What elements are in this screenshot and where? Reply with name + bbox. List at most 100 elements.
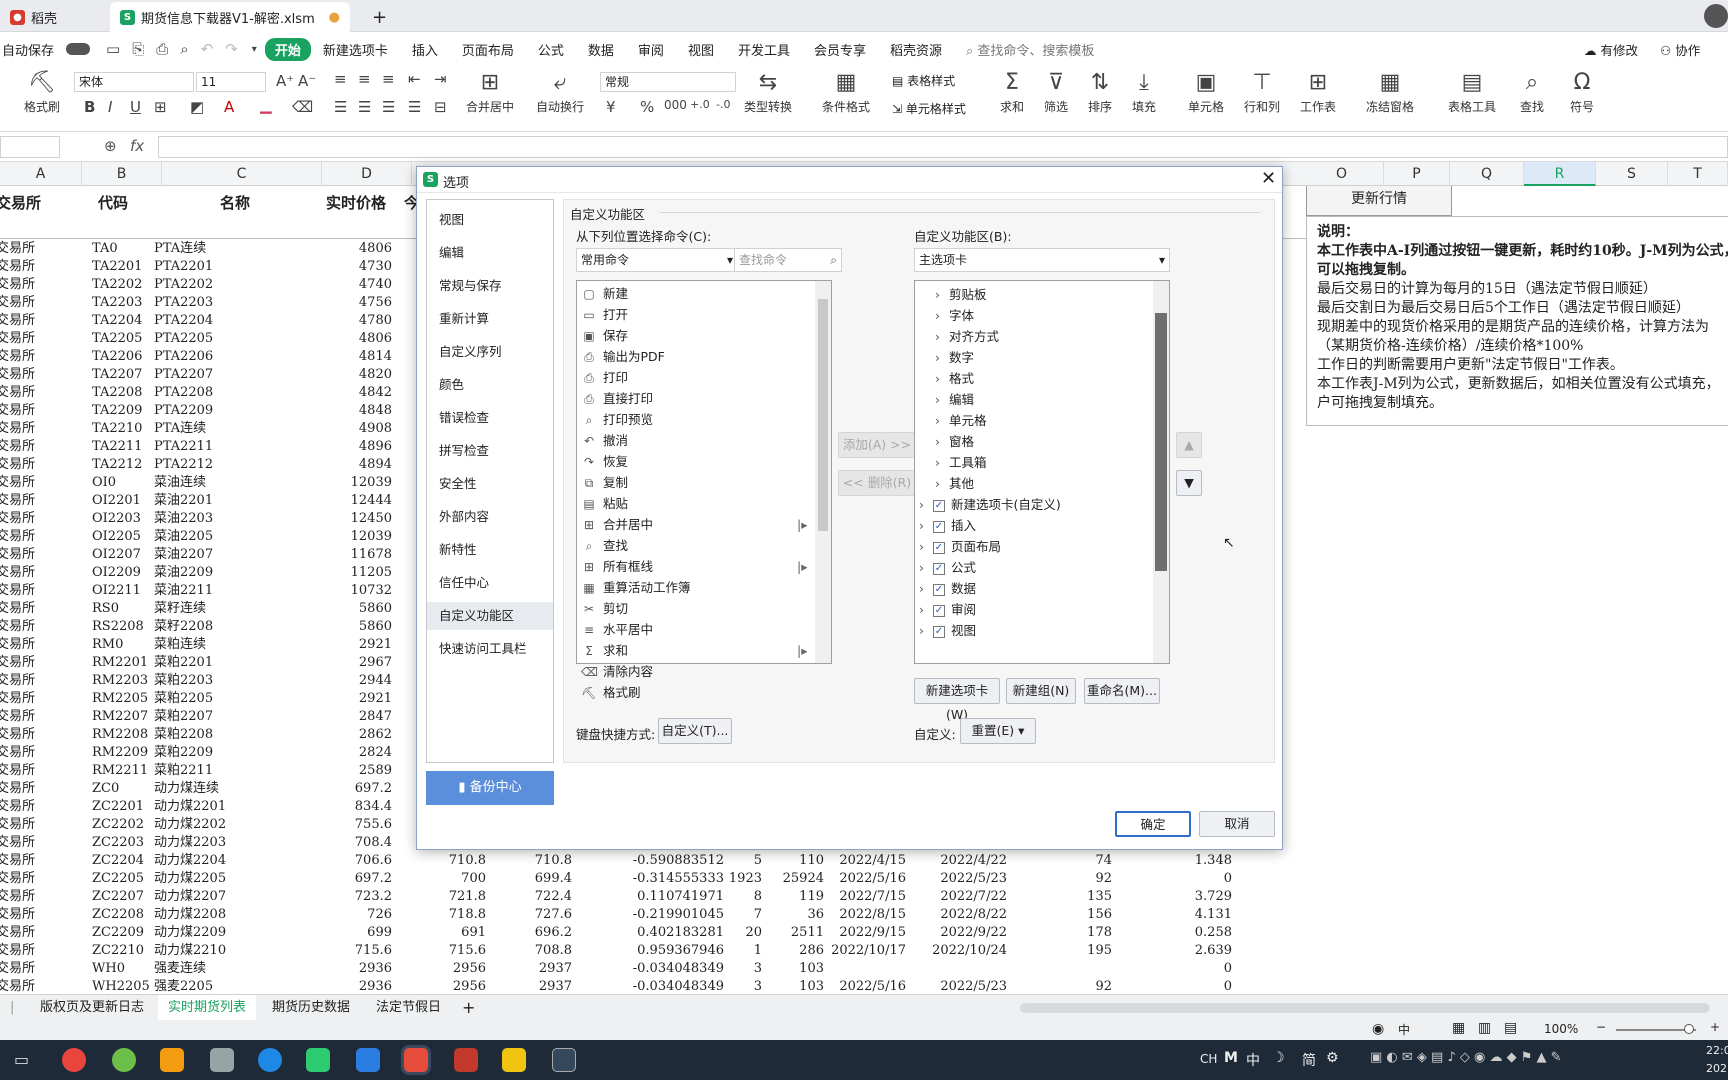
table-cell[interactable]: 动力煤2210 [154,942,226,960]
table-cell[interactable]: ZC2208 [92,906,144,924]
column-d[interactable]: D [322,162,412,186]
ime-zh[interactable]: 中 [1246,1050,1260,1070]
table-cell[interactable]: ZC2205 [92,870,144,888]
table-cell[interactable]: 708.8 [535,942,572,960]
move-down-button[interactable]: ▼ [1176,470,1202,496]
font-grow-icon[interactable]: A⁺ [276,72,294,90]
table-cell[interactable]: OI2205 [92,528,141,546]
menu-view[interactable]: 视图 [676,40,726,59]
table-cell[interactable]: 菜油2209 [154,564,213,582]
align-center-icon[interactable]: ☰ [358,98,371,116]
table-cell[interactable]: 0.402183281 [637,924,724,942]
justify-icon[interactable]: ☰ [408,98,421,116]
table-cell[interactable]: 699.4 [535,870,572,888]
table-cell[interactable]: 2937 [539,960,572,978]
table-cell[interactable]: 0.959367946 [637,942,724,960]
table-cell[interactable]: 交易所 [0,708,35,726]
table-cell[interactable]: 2022/5/16 [839,978,906,994]
table-cell[interactable]: 110 [799,852,824,870]
ime-m[interactable]: M [1224,1050,1238,1066]
command-item[interactable]: ⎙ 输出为PDF [581,346,811,367]
table-cell[interactable]: 0.258 [1195,924,1232,942]
table-cell[interactable]: 156 [1087,906,1112,924]
table-cell[interactable]: 交易所 [0,348,35,366]
symbol-button[interactable]: Ω 符号 [1570,68,1594,115]
column-o[interactable]: O [1300,162,1384,186]
tree-scrollbar[interactable] [1153,281,1169,663]
table-cell[interactable]: 722.4 [535,888,572,906]
command-item[interactable]: Σ 求和 |▸ [581,640,811,661]
rowcol-button[interactable]: ⊤ 行和列 [1244,68,1280,115]
move-up-button[interactable]: ▲ [1176,432,1202,458]
table-cell[interactable]: 交易所 [0,312,35,330]
moon-icon[interactable]: ☽ [1272,1050,1285,1066]
table-cell[interactable]: 697.2 [355,870,392,888]
camera-icon[interactable] [552,1048,576,1072]
tab-nav-icon[interactable]: | [0,995,24,1021]
decimal-dec-icon[interactable]: -.0 [716,98,730,111]
table-cell[interactable]: 交易所 [0,834,35,852]
page-layout-view-icon[interactable]: ▥ [1478,1020,1491,1036]
table-cell[interactable]: ZC2210 [92,942,144,960]
search-app-icon[interactable] [160,1048,184,1072]
nav-edit[interactable]: 编辑 [427,239,553,267]
tree-tab-item[interactable]: › ✓ 视图 [919,619,976,642]
table-cell[interactable]: PTA连续 [154,420,206,438]
table-cell[interactable]: ZC0 [92,780,119,798]
save-icon[interactable]: ▭ [106,40,120,58]
type-convert-button[interactable]: ⇆ 类型转换 [744,68,792,115]
table-cell[interactable]: 交易所 [0,636,35,654]
ime-simplified[interactable]: 简 [1302,1050,1316,1070]
eraser-icon[interactable]: ⌫ [292,98,313,116]
table-cell[interactable]: 5860 [359,600,392,618]
table-cell[interactable]: 5860 [359,618,392,636]
table-cell[interactable]: TA2211 [92,438,142,456]
table-cell[interactable]: -0.034048349 [633,978,724,994]
table-cell[interactable]: PTA2201 [154,258,213,276]
fill-color-icon[interactable]: ◩ [190,98,204,116]
table-cell[interactable]: 交易所 [0,420,35,438]
table-cell[interactable]: 119 [799,888,824,906]
table-cell[interactable]: 7 [754,906,762,924]
commands-scroll-thumb[interactable] [818,299,828,531]
table-cell[interactable]: 强麦2205 [154,978,213,994]
table-cell[interactable]: 交易所 [0,546,35,564]
thousands-icon[interactable]: 000 [664,98,687,112]
table-cell[interactable]: 菜油2211 [154,582,213,600]
align-right-icon[interactable]: ☰ [382,98,395,116]
sheet-tab-history[interactable]: 期货历史数据 [262,995,360,1021]
ime-lang[interactable]: CH [1200,1052,1217,1066]
font-color-icon[interactable]: A [224,98,234,116]
tree-tab-item[interactable]: › ✓ 审阅 [919,598,976,621]
table-cell[interactable]: PTA2203 [154,294,213,312]
tree-tab-item[interactable]: › ✓ 公式 [919,556,976,579]
table-cell[interactable]: 交易所 [0,852,35,870]
table-tools-button[interactable]: ▤ 表格工具 [1448,68,1496,115]
table-cell[interactable]: PTA2204 [154,312,213,330]
fx-icon[interactable]: fx [130,137,144,155]
table-cell[interactable]: 727.6 [535,906,572,924]
table-cell[interactable]: 103 [799,978,824,994]
table-cell[interactable]: TA2205 [92,330,142,348]
table-cell[interactable]: 12039 [351,528,392,546]
command-item[interactable]: ↷ 恢复 [581,451,811,472]
table-cell[interactable]: RM0 [92,636,123,654]
table-cell[interactable]: 706.6 [355,852,392,870]
nav-trust-center[interactable]: 信任中心 [427,569,553,597]
table-cell[interactable]: 721.8 [449,888,486,906]
table-cell[interactable]: 700 [461,870,486,888]
table-cell[interactable]: RM2203 [92,672,148,690]
table-cell[interactable]: 2022/10/17 [831,942,906,960]
table-cell[interactable]: 交易所 [0,978,35,994]
update-market-button[interactable]: 更新行情 [1306,186,1452,216]
table-cell[interactable]: 4730 [359,258,392,276]
tree-group-item[interactable]: › 剪贴板 [935,283,987,306]
export-icon[interactable]: ⎘ [132,40,144,58]
table-cell[interactable]: 菜油2205 [154,528,213,546]
font-color-bar-icon[interactable]: ▁ [260,96,272,114]
table-cell[interactable]: 4894 [359,456,392,474]
table-cell[interactable]: ZC2207 [92,888,144,906]
table-cell[interactable]: 195 [1087,942,1112,960]
table-cell[interactable]: RM2211 [92,762,148,780]
sheet-tab-realtime[interactable]: 实时期货列表 [158,995,257,1021]
